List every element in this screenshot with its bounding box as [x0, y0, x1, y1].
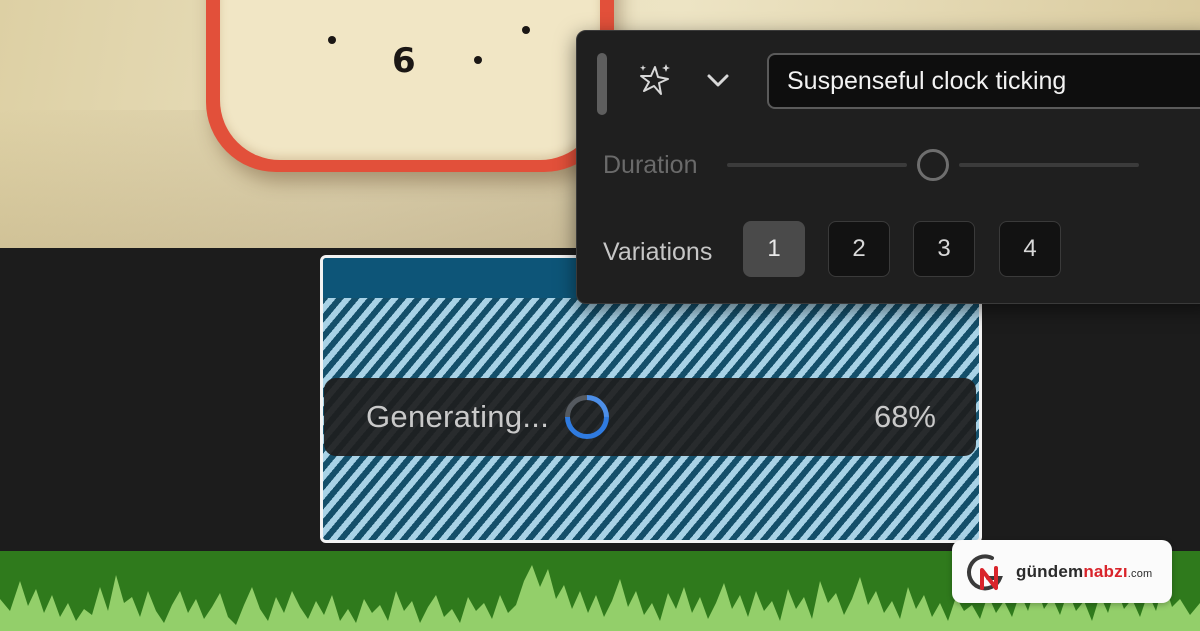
site-watermark: gündemnabzı.com	[952, 540, 1172, 603]
variations-label: Variations	[603, 238, 713, 266]
site-name-tld: .com	[1127, 567, 1153, 580]
clock-numeral-6: 6	[392, 41, 416, 81]
sparkle-icon	[640, 64, 670, 95]
duration-slider-thumb[interactable]	[917, 149, 949, 181]
mode-dropdown-button[interactable]	[699, 61, 737, 101]
generation-progress: Generating... 68%	[324, 378, 976, 456]
generate-button[interactable]	[631, 57, 679, 105]
site-name-part2: nabzı	[1083, 561, 1128, 581]
site-name: gündemnabzı.com	[1016, 562, 1152, 582]
duration-slider-track[interactable]	[727, 163, 907, 167]
site-logo-icon	[967, 553, 1003, 590]
duration-label: Duration	[603, 151, 698, 179]
loading-spinner-icon	[556, 385, 619, 449]
panel-drag-handle[interactable]	[597, 53, 607, 115]
clock-hour-dots	[328, 26, 530, 64]
progress-percent: 68%	[873, 399, 936, 434]
duration-slider-track-right[interactable]	[959, 163, 1139, 167]
generating-status-label: Generating...	[366, 399, 550, 434]
sound-generation-panel: Duration Variations 1 2 3 4	[576, 30, 1200, 304]
chevron-down-icon	[707, 74, 729, 87]
clock-dial: 9 3 6	[328, 26, 530, 81]
variation-button-2[interactable]: 2	[828, 221, 890, 277]
prompt-input[interactable]	[767, 53, 1200, 109]
site-name-part1: gündem	[1016, 561, 1084, 581]
variation-button-1[interactable]: 1	[743, 221, 805, 277]
variation-button-4[interactable]: 4	[999, 221, 1061, 277]
variation-button-3[interactable]: 3	[913, 221, 975, 277]
